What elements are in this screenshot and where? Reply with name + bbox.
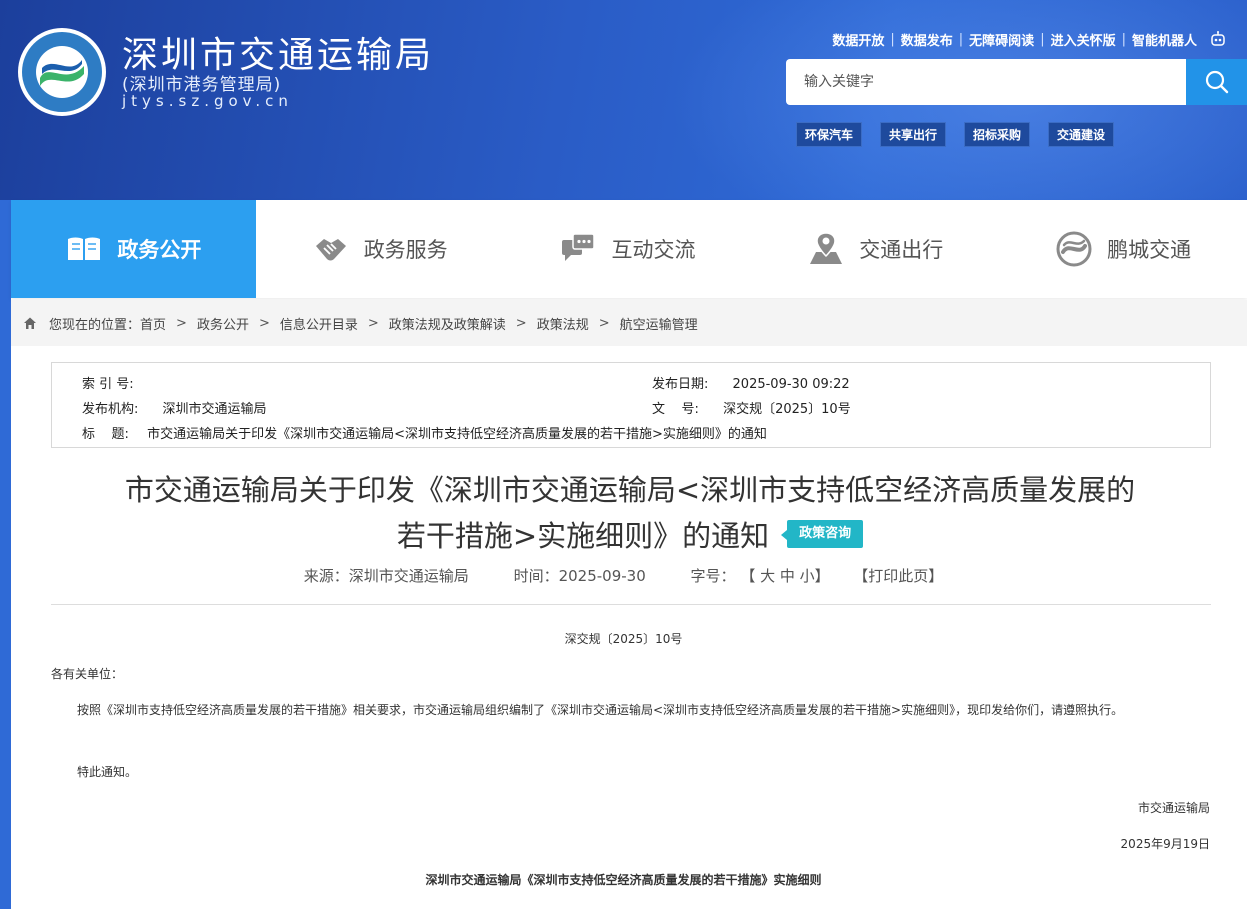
search-input[interactable]: [786, 59, 1187, 105]
nav-label: 政务服务: [363, 238, 448, 262]
hot-tag-bidding[interactable]: 招标采购: [964, 122, 1031, 147]
handshake-icon: [315, 239, 346, 261]
nav-item-travel[interactable]: 交通出行: [751, 200, 999, 298]
article-meta: 来源：深圳市交通运输局 时间：2025-09-30 字号： 【 大 中 小】 【…: [0, 565, 1247, 586]
info-org: 发布机构: 深圳市交通运输局: [82, 398, 267, 417]
site-header: 深圳市交通运输局 (深圳市港务管理局) jtys.sz.gov.cn 数据开放 …: [0, 0, 1247, 200]
site-url: jtys.sz.gov.cn: [122, 92, 293, 110]
top-link-separator: |: [958, 31, 964, 47]
breadcrumb-separator: >: [258, 315, 270, 331]
hot-tag-construction[interactable]: 交通建设: [1048, 122, 1115, 147]
info-index: 索 引 号:: [82, 373, 154, 392]
article-source: 来源：深圳市交通运输局: [303, 567, 469, 585]
map-pin-icon: [810, 232, 843, 264]
font-size-options[interactable]: 【 大 中 小】: [740, 567, 829, 585]
article-title-line2: 若干措施>实施细则》的通知: [396, 519, 770, 553]
top-link-separator: |: [890, 31, 895, 47]
hot-tag-shared-travel[interactable]: 共享出行: [880, 122, 947, 147]
nav-item-interaction[interactable]: 互动交流: [504, 200, 752, 298]
hot-tags: 环保汽车 共享出行 招标采购 交通建设: [796, 122, 1115, 147]
article-title-line1: 市交通运输局关于印发《深圳市交通运输局<深圳市支持低空经济高质量发展的: [124, 473, 1136, 507]
search-icon: [1205, 70, 1228, 94]
breadcrumb-item-aviation[interactable]: 航空运输管理: [620, 314, 698, 333]
info-publish-date-value: 2025-09-30 09:22: [732, 377, 850, 392]
bureau-emblem-icon[interactable]: [14, 26, 110, 118]
salutation: 各有关单位：: [51, 667, 124, 681]
breadcrumb-item-home[interactable]: 首页: [140, 314, 166, 333]
nav-label: 互动交流: [611, 238, 696, 262]
body-paragraph: 按照《深圳市支持低空经济高质量发展的若干措施》相关要求，市交通运输局组织编制了《…: [77, 703, 1124, 717]
closing: 特此通知。: [77, 765, 138, 779]
nav-label: 政务公开: [117, 238, 202, 262]
info-org-label: 发布机构:: [82, 402, 139, 417]
left-accent-strip: [0, 200, 11, 909]
font-size-label: 字号：: [690, 567, 736, 585]
search-button[interactable]: [1186, 59, 1247, 105]
nav-item-government-affairs[interactable]: 政务公开: [11, 200, 256, 298]
doc-number: 深交规〔2025〕10号: [564, 632, 683, 646]
breadcrumb-separator: >: [176, 315, 187, 331]
nav-label: 交通出行: [859, 238, 944, 262]
signature: 市交通运输局: [1137, 801, 1210, 815]
search-box: [786, 59, 1187, 105]
swirl-logo-icon: [1056, 231, 1092, 267]
info-publish-date: 发布日期: 2025-09-30 09:22: [652, 373, 850, 392]
hot-tag-eco-car[interactable]: 环保汽车: [796, 122, 863, 147]
breadcrumb-item-gov-affairs[interactable]: 政务公开: [197, 314, 249, 333]
book-icon: [68, 237, 101, 260]
article-title: 市交通运输局关于印发《深圳市交通运输局<深圳市支持低空经济高质量发展的 若干措施…: [60, 470, 1200, 556]
top-link-robot[interactable]: 智能机器人: [1132, 30, 1197, 49]
info-doc-label: 文 号:: [652, 402, 699, 417]
info-index-label: 索 引 号:: [82, 377, 134, 392]
info-org-value: 深圳市交通运输局: [162, 402, 267, 417]
policy-consult-badge[interactable]: 政策咨询: [781, 520, 864, 548]
document-info-box: 索 引 号: 发布日期: 2025-09-30 09:22 发布机构: 深圳市交…: [51, 362, 1211, 448]
top-links: 数据开放 | 数据发布 | 无障碍阅读 | 进入关怀版 | 智能机器人: [832, 29, 1227, 49]
breadcrumb-separator: >: [515, 315, 527, 331]
breadcrumb-item-policy-regulations[interactable]: 政策法规: [537, 314, 589, 333]
top-link-data-release[interactable]: 数据发布: [901, 30, 953, 49]
breadcrumb-separator: >: [367, 315, 379, 331]
breadcrumb: 您现在的位置： 首页 > 政务公开 > 信息公开目录 > 政策法规及政策解读 >…: [11, 300, 1247, 346]
top-link-care-version[interactable]: 进入关怀版: [1051, 30, 1116, 49]
top-link-separator: |: [1121, 31, 1126, 47]
info-doc-number: 文 号: 深交规〔2025〕10号: [652, 398, 851, 417]
top-link-separator: |: [1040, 31, 1045, 47]
info-doc-value: 深交规〔2025〕10号: [723, 402, 851, 417]
home-icon[interactable]: [23, 316, 37, 330]
breadcrumb-separator: >: [598, 315, 610, 331]
nav-item-pengcheng-traffic[interactable]: 鹏城交通: [999, 200, 1247, 298]
breadcrumb-item-policy-interpretation[interactable]: 政策法规及政策解读: [389, 314, 506, 333]
nav-item-government-services[interactable]: 政务服务: [256, 200, 504, 298]
top-link-data-open[interactable]: 数据开放: [832, 30, 884, 49]
breadcrumb-prefix: 您现在的位置：: [49, 317, 141, 333]
sign-date: 2025年9月19日: [1120, 837, 1210, 851]
info-title-value: 市交通运输局关于印发《深圳市交通运输局<深圳市支持低空经济高质量发展的若干措施>…: [147, 427, 767, 442]
article-title-line2-wrap: 若干措施>实施细则》的通知 政策咨询: [60, 516, 1200, 556]
nav-label: 鹏城交通: [1107, 238, 1192, 262]
robot-icon[interactable]: [1209, 30, 1227, 48]
info-title: 标 题: 市交通运输局关于印发《深圳市交通运输局<深圳市支持低空经济高质量发展的…: [82, 423, 767, 442]
top-link-accessibility[interactable]: 无障碍阅读: [969, 30, 1034, 49]
breadcrumb-item-info-directory[interactable]: 信息公开目录: [280, 314, 358, 333]
chat-icon: [562, 233, 596, 261]
main-nav: 政务公开 政务服务 互动交流 交通出行 鹏城交通: [11, 200, 1247, 298]
attachment-title: 深圳市交通运输局《深圳市支持低空经济高质量发展的若干措施》实施细则: [425, 873, 822, 887]
divider: [51, 604, 1211, 605]
info-publish-date-label: 发布日期:: [652, 377, 709, 392]
info-title-label: 标 题:: [82, 427, 129, 442]
article-time: 时间：2025-09-30: [513, 567, 646, 585]
print-link[interactable]: 【打印此页】: [853, 567, 943, 585]
